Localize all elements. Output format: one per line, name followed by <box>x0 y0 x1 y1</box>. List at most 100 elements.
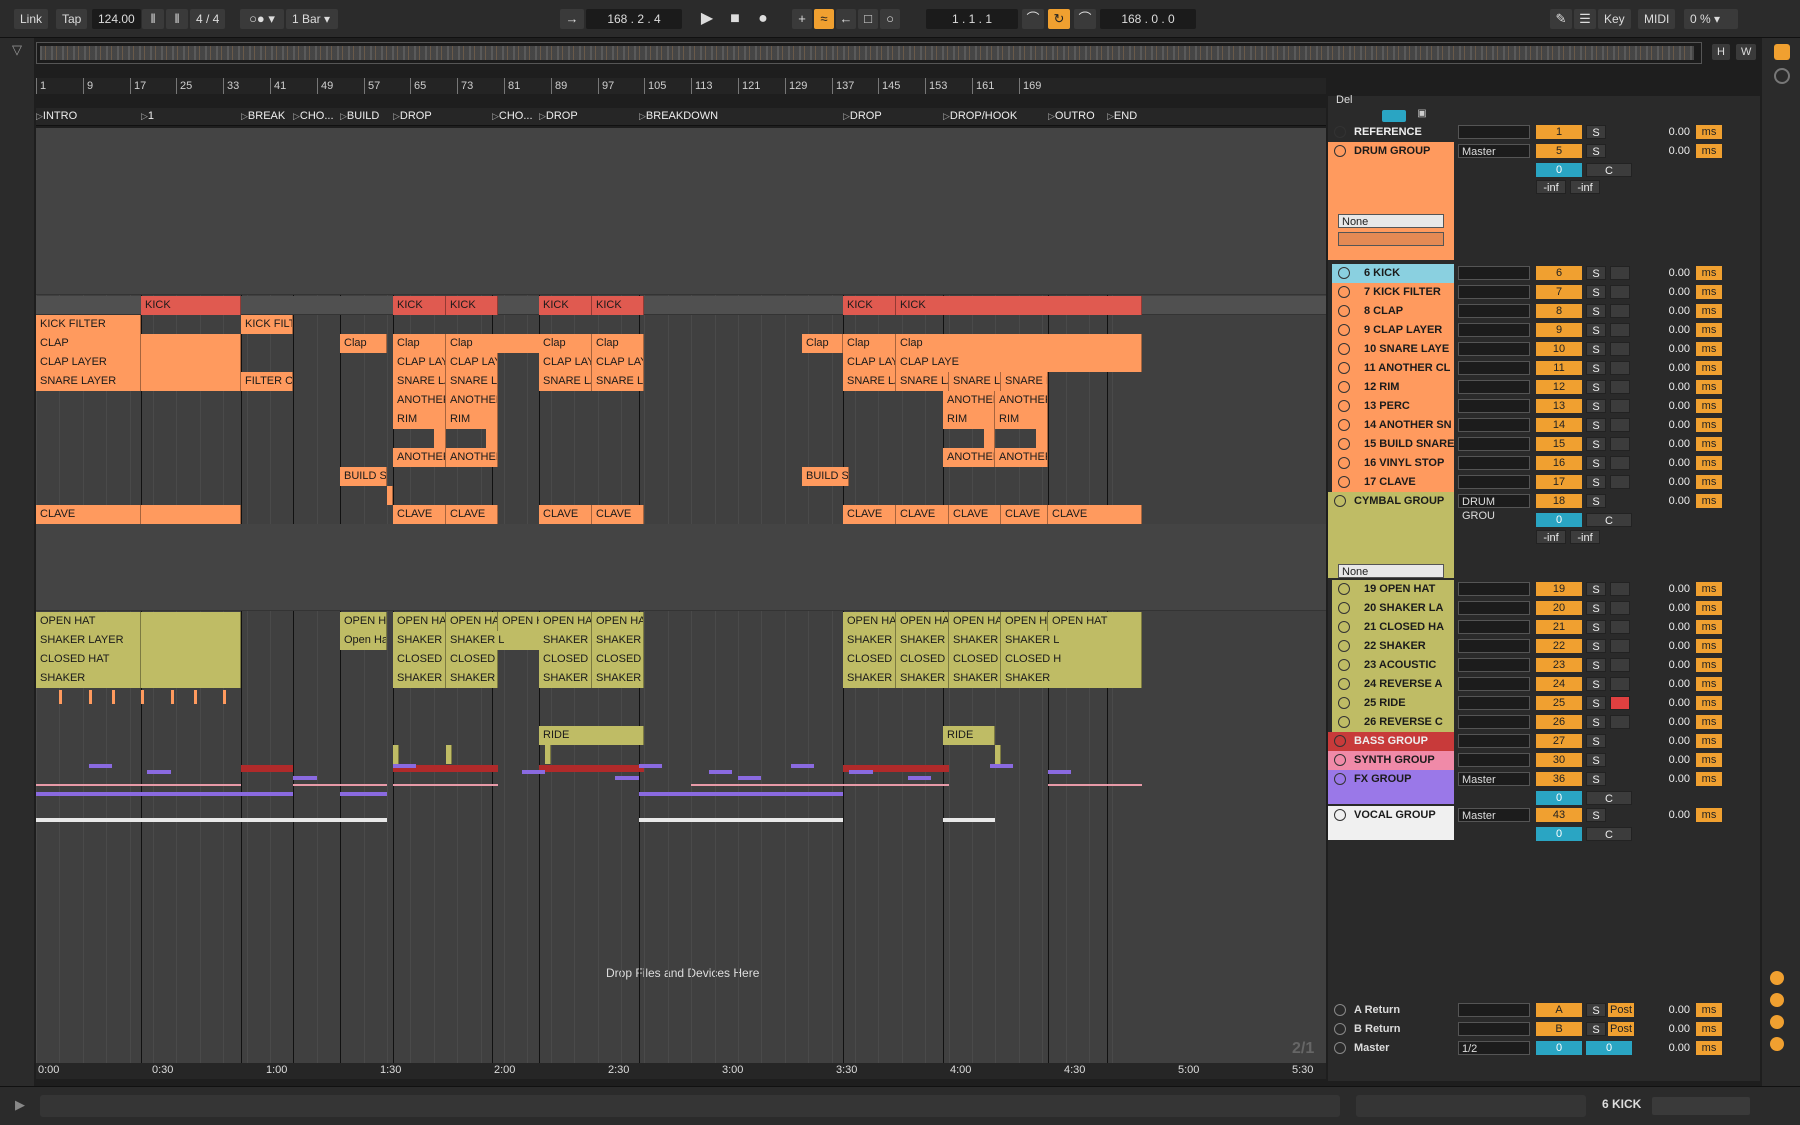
clip[interactable]: KICK <box>393 296 446 315</box>
clip[interactable]: CLAVE <box>843 505 896 524</box>
track-delay-value[interactable]: 0.00 <box>1638 437 1694 451</box>
track-fold-icon[interactable] <box>1334 809 1346 821</box>
track-output-select[interactable]: Master <box>1458 772 1530 786</box>
track-activator[interactable]: 16 <box>1536 456 1582 470</box>
clip[interactable]: CLAVE <box>446 505 498 524</box>
arm-button[interactable] <box>1610 456 1630 470</box>
record-icon[interactable]: ● <box>752 9 774 29</box>
track-delay-value[interactable]: 0.00 <box>1638 323 1694 337</box>
draw-mode-icon[interactable]: ✎ <box>1550 9 1572 29</box>
clip[interactable] <box>141 334 241 353</box>
track-fold-icon[interactable] <box>1338 324 1350 336</box>
track-output-select[interactable] <box>1458 456 1530 470</box>
play-icon[interactable]: ▶ <box>696 9 718 29</box>
track-fold-icon[interactable] <box>1338 381 1350 393</box>
locator-9[interactable]: DROP <box>843 110 882 122</box>
track-activator[interactable]: 13 <box>1536 399 1582 413</box>
track-delay-value[interactable]: 0.00 <box>1638 418 1694 432</box>
solo-button[interactable]: S <box>1586 266 1606 280</box>
clip[interactable]: Clap <box>446 334 545 353</box>
track-activator[interactable]: 21 <box>1536 620 1582 634</box>
add-icon[interactable]: + <box>792 9 812 29</box>
track-fold-icon[interactable] <box>1338 602 1350 614</box>
track-header-23[interactable]: BASS GROUP <box>1328 732 1454 751</box>
clip[interactable] <box>995 745 1001 764</box>
clip[interactable]: OPEN HAT <box>949 612 1001 631</box>
solo-button[interactable]: S <box>1586 144 1606 158</box>
track-header-8[interactable]: 12 RIM <box>1332 378 1454 397</box>
arm-button[interactable] <box>1610 399 1630 413</box>
track-activator[interactable]: 15 <box>1536 437 1582 451</box>
track-output-select[interactable] <box>1458 323 1530 337</box>
arm-button[interactable] <box>1610 658 1630 672</box>
solo-button[interactable]: S <box>1586 342 1606 356</box>
clip[interactable]: SHAKER L <box>896 631 949 650</box>
nudge-up-icon[interactable]: ‖ <box>166 9 188 29</box>
arm-button[interactable] <box>1610 342 1630 356</box>
track-activator[interactable]: 17 <box>1536 475 1582 489</box>
play-preview-icon[interactable]: ▶ <box>10 1097 30 1117</box>
clip[interactable]: ANOTHER <box>446 391 498 410</box>
draw-tool-icon[interactable] <box>1382 110 1406 122</box>
clip[interactable]: CLAP <box>36 334 141 353</box>
solo-button[interactable]: S <box>1586 285 1606 299</box>
track-delay-value[interactable]: 0.00 <box>1638 125 1694 139</box>
clip[interactable]: SNARE LAYE <box>539 372 592 391</box>
punch-in-icon[interactable]: ⌒ <box>1022 9 1044 29</box>
time-ruler[interactable]: 0:00 0:30 1:00 1:30 2:00 2:30 3:00 3:30 4:00 4:30… <box>36 1063 1326 1079</box>
clip[interactable]: FILTER OU <box>241 372 293 391</box>
track-output-select[interactable] <box>1458 582 1530 596</box>
clip[interactable]: CLAVE <box>896 505 949 524</box>
arm-button[interactable] <box>1610 380 1630 394</box>
key-map-button[interactable]: Key <box>1598 9 1631 29</box>
track-delay-value[interactable]: 0.00 <box>1638 380 1694 394</box>
arm-button[interactable] <box>1610 418 1630 432</box>
track-fold-icon[interactable] <box>1338 286 1350 298</box>
clip[interactable]: SHAKER <box>539 669 592 688</box>
clip[interactable]: CLAVE <box>393 505 446 524</box>
track-activator[interactable]: 18 <box>1536 494 1582 508</box>
track-header-19[interactable]: 23 ACOUSTIC <box>1332 656 1454 675</box>
arm-button[interactable] <box>1610 304 1630 318</box>
delay-section-icon[interactable] <box>1770 1037 1784 1051</box>
locator-1[interactable]: 1 <box>141 110 154 122</box>
locator-2[interactable]: BREAK <box>241 110 285 122</box>
clip[interactable]: OPEN HAT <box>592 612 644 631</box>
solo-button[interactable]: S <box>1586 380 1606 394</box>
track-output-select[interactable]: DRUM GROU <box>1458 494 1530 522</box>
clip[interactable]: CLAP LAYER <box>36 353 141 372</box>
returns-toggle-icon[interactable] <box>1770 993 1784 1007</box>
clip[interactable]: CLAVE <box>539 505 592 524</box>
clip[interactable] <box>141 631 241 650</box>
clip[interactable]: OPEN HAT <box>446 612 498 631</box>
input-channel-select[interactable] <box>1338 232 1444 246</box>
track-fold-icon[interactable] <box>1334 773 1346 785</box>
track-header-11[interactable]: 15 BUILD SNARE <box>1332 435 1454 454</box>
quantize-select[interactable]: 1 Bar ▾ <box>286 9 338 29</box>
track-fold-icon[interactable] <box>1338 362 1350 374</box>
track-delay-value[interactable]: 0.00 <box>1638 475 1694 489</box>
return-activator[interactable]: A <box>1536 1003 1582 1017</box>
w-button[interactable]: W <box>1736 44 1757 60</box>
track-output-select[interactable] <box>1458 475 1530 489</box>
clip[interactable]: CLAP LAYE <box>592 353 644 372</box>
track-output-select[interactable] <box>1458 342 1530 356</box>
solo-button[interactable]: S <box>1586 582 1606 596</box>
arm-button[interactable] <box>1610 361 1630 375</box>
track-delay-value[interactable]: 0.00 <box>1638 715 1694 729</box>
track-header-15[interactable]: 19 OPEN HAT <box>1332 580 1454 599</box>
clip[interactable]: KICK <box>446 296 498 315</box>
clip[interactable]: CLAVE <box>592 505 644 524</box>
track-delay-value[interactable]: 0.00 <box>1638 266 1694 280</box>
clip[interactable] <box>393 745 399 764</box>
track-fold-icon[interactable] <box>1338 678 1350 690</box>
clip[interactable]: OPEN HAT <box>393 612 446 631</box>
pan-value[interactable]: 0 <box>1536 163 1582 177</box>
locator-8[interactable]: BREAKDOWN <box>639 110 718 122</box>
clip[interactable]: ANOTHER <box>393 391 446 410</box>
track-activator[interactable]: 5 <box>1536 144 1582 158</box>
clip[interactable]: RIDE <box>943 726 995 745</box>
arm-button[interactable] <box>1610 582 1630 596</box>
return-header-1[interactable]: B Return <box>1328 1020 1454 1039</box>
clip[interactable]: CLOSED H <box>1001 650 1142 669</box>
